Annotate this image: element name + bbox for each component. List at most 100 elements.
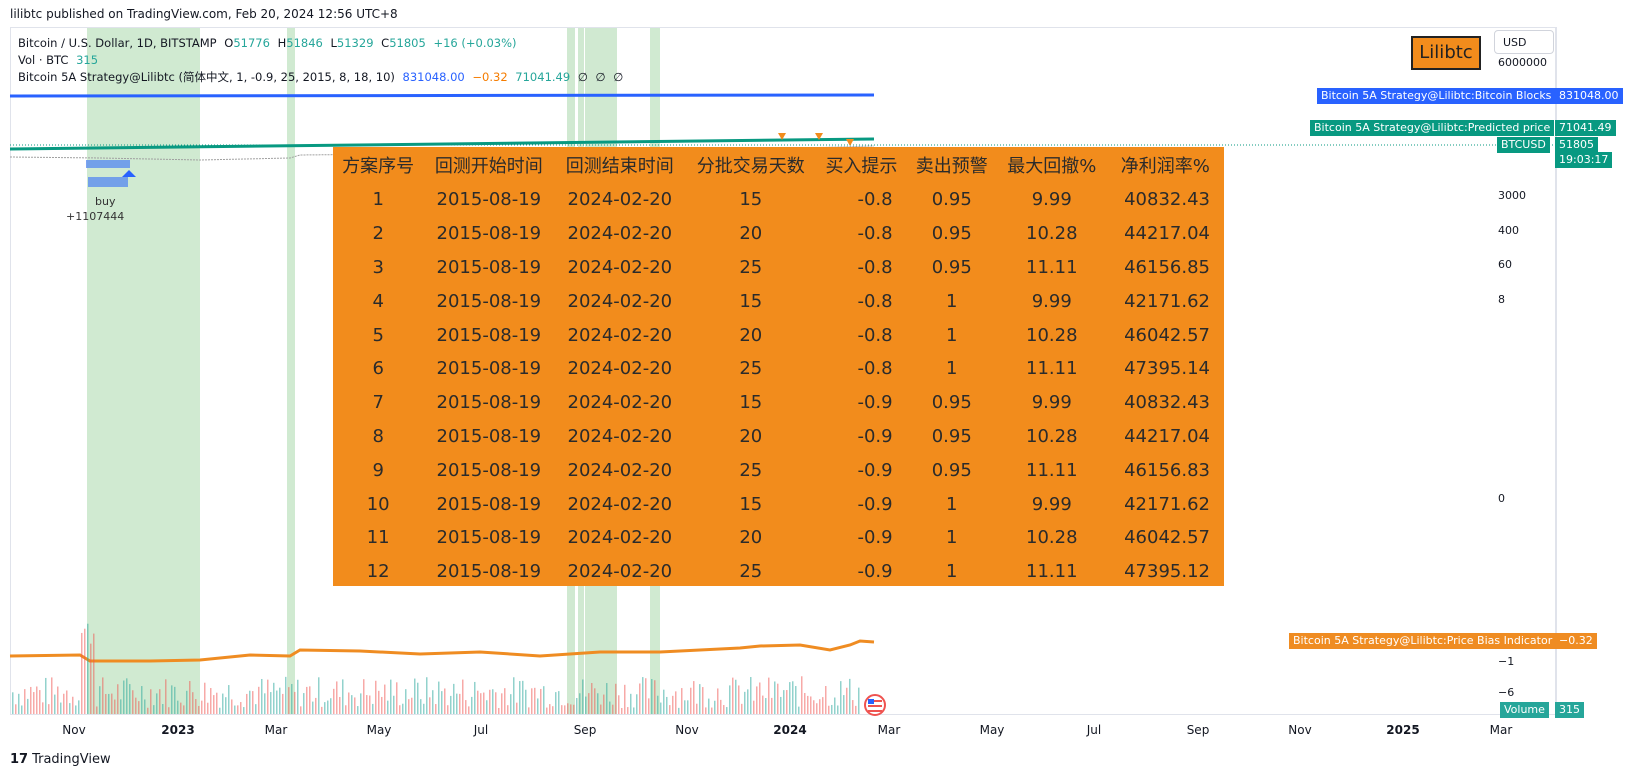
volume-bar bbox=[261, 678, 263, 714]
volume-bar bbox=[315, 697, 317, 714]
table-cell: 9.99 bbox=[1031, 290, 1072, 312]
volume-bar bbox=[138, 701, 140, 714]
indicator-name[interactable]: Bitcoin 5A Strategy@Lilibtc (简体中文, 1, -0… bbox=[18, 70, 395, 84]
volume-bar bbox=[786, 690, 788, 714]
volume-bar bbox=[108, 693, 110, 714]
highlight-band bbox=[87, 28, 200, 714]
volume-bar bbox=[99, 686, 101, 714]
volume-bar bbox=[15, 704, 17, 714]
legend-indicator-row[interactable]: Bitcoin 5A Strategy@Lilibtc (简体中文, 1, -0… bbox=[18, 69, 623, 86]
table-cell: 6 bbox=[372, 358, 384, 380]
volume-bar bbox=[504, 688, 506, 714]
volume-bar bbox=[801, 676, 803, 714]
volume-bar bbox=[651, 679, 653, 714]
currency-selector[interactable]: USD bbox=[1494, 30, 1554, 54]
volume-bar bbox=[669, 705, 671, 714]
volume-bar bbox=[363, 679, 365, 714]
legend-volume-row[interactable]: Vol · BTC 315 bbox=[18, 52, 623, 69]
table-cell: 20 bbox=[739, 324, 763, 346]
volume-bar bbox=[141, 686, 143, 714]
volume-bar bbox=[717, 688, 719, 714]
volume-bar bbox=[177, 700, 179, 714]
table-cell: 47395.12 bbox=[1124, 561, 1210, 583]
results-table: 方案序号 回测开始时间 回测结束时间 分批交易天数 买入提示 卖出预警 最大回撤% 净利润率%… bbox=[333, 147, 1224, 589]
time-axis-label: Jul bbox=[1086, 723, 1102, 737]
volume-bar bbox=[339, 696, 341, 714]
volume-bar bbox=[132, 690, 134, 714]
volume-bar bbox=[414, 678, 416, 714]
volume-bar bbox=[198, 705, 200, 714]
volume-bar bbox=[681, 688, 683, 714]
table-cell: -0.8 bbox=[857, 223, 893, 245]
buy-signal-label: buy bbox=[95, 195, 116, 208]
open-value: 51776 bbox=[233, 36, 270, 50]
volume-bar bbox=[462, 679, 464, 714]
volume-bar bbox=[546, 707, 548, 714]
volume-bar bbox=[72, 696, 74, 714]
volume-bar bbox=[603, 694, 605, 714]
buy-signal-value: +1107444 bbox=[66, 210, 125, 223]
volume-bar bbox=[258, 686, 260, 714]
volume-bar bbox=[150, 689, 152, 714]
volume-bar bbox=[807, 695, 809, 714]
chart-legend: Bitcoin / U.S. Dollar, 1D, BITSTAMP O517… bbox=[18, 35, 623, 86]
volume-bar bbox=[360, 693, 362, 714]
volume-bar bbox=[558, 691, 560, 714]
volume-bar bbox=[510, 694, 512, 714]
volume-bar bbox=[630, 693, 632, 714]
volume-bar bbox=[390, 679, 392, 714]
volume-bar bbox=[648, 698, 650, 714]
table-header-row: 方案序号 回测开始时间 回测结束时间 分批交易天数 买入提示 卖出预警 最大回撤% 净利润率% bbox=[333, 147, 1224, 183]
volume-label: Vol · BTC bbox=[18, 53, 69, 67]
volume-bar bbox=[606, 683, 608, 714]
volume-bar bbox=[129, 684, 131, 714]
table-row: 3 2015-08-19 2024-02-20 25 -0.8 0.95 11.11 4615… bbox=[333, 251, 1224, 285]
table-row: 7 2015-08-19 2024-02-20 15 -0.9 0.95 9.99 40832… bbox=[333, 386, 1224, 420]
volume-bar bbox=[306, 686, 308, 714]
volume-bar bbox=[519, 681, 521, 714]
volume-bar bbox=[858, 687, 860, 714]
legend-symbol-row[interactable]: Bitcoin / U.S. Dollar, 1D, BITSTAMP O517… bbox=[18, 35, 623, 52]
table-cell: 8 bbox=[372, 425, 384, 447]
volume-bar bbox=[189, 681, 191, 714]
volume-bar bbox=[276, 690, 278, 714]
table-row: 4 2015-08-19 2024-02-20 15 -0.8 1 9.99 42171.62 bbox=[333, 284, 1224, 318]
table-cell: 15 bbox=[739, 189, 763, 211]
table-row: 10 2015-08-19 2024-02-20 15 -0.9 1 9.99 42171.6… bbox=[333, 487, 1224, 521]
volume-bar bbox=[12, 692, 14, 714]
volume-bar bbox=[549, 704, 551, 714]
close-value: 51805 bbox=[389, 36, 426, 50]
volume-bar bbox=[612, 704, 614, 714]
bar-countdown-tag: 19:03:17 bbox=[1555, 152, 1613, 168]
volume-bar bbox=[54, 694, 56, 714]
table-cell: -0.8 bbox=[857, 189, 893, 211]
volume-bar bbox=[165, 679, 167, 714]
table-cell: 2024-02-20 bbox=[567, 324, 673, 346]
volume-bar bbox=[186, 690, 188, 714]
volume-bar bbox=[336, 681, 338, 714]
volume-bar bbox=[354, 697, 356, 714]
volume-bar bbox=[678, 707, 680, 714]
volume-bar bbox=[435, 704, 437, 714]
us-flag-event-icon bbox=[864, 694, 886, 716]
volume-bar bbox=[153, 705, 155, 714]
table-header-cell: 回测开始时间 bbox=[434, 156, 543, 177]
volume-bar bbox=[843, 695, 845, 714]
volume-bar bbox=[759, 682, 761, 714]
bias-value-tag: −0.32 bbox=[1555, 633, 1597, 649]
volume-bar bbox=[756, 686, 758, 714]
volume-bar bbox=[66, 690, 68, 714]
volume-bar bbox=[489, 689, 491, 714]
symbol-name[interactable]: Bitcoin / U.S. Dollar, 1D, BITSTAMP bbox=[18, 36, 217, 50]
volume-bar bbox=[252, 691, 254, 714]
tradingview-brand[interactable]: 17 TradingView bbox=[10, 752, 111, 767]
table-header-cell: 方案序号 bbox=[342, 156, 415, 177]
volume-bar bbox=[675, 691, 677, 714]
table-cell: 11.11 bbox=[1026, 459, 1078, 481]
table-cell: 2015-08-19 bbox=[436, 527, 542, 549]
volume-bar bbox=[396, 682, 398, 714]
volume-bar bbox=[24, 689, 26, 714]
volume-bar bbox=[636, 694, 638, 714]
table-cell: 42171.62 bbox=[1124, 290, 1210, 312]
volume-bar bbox=[642, 677, 644, 714]
